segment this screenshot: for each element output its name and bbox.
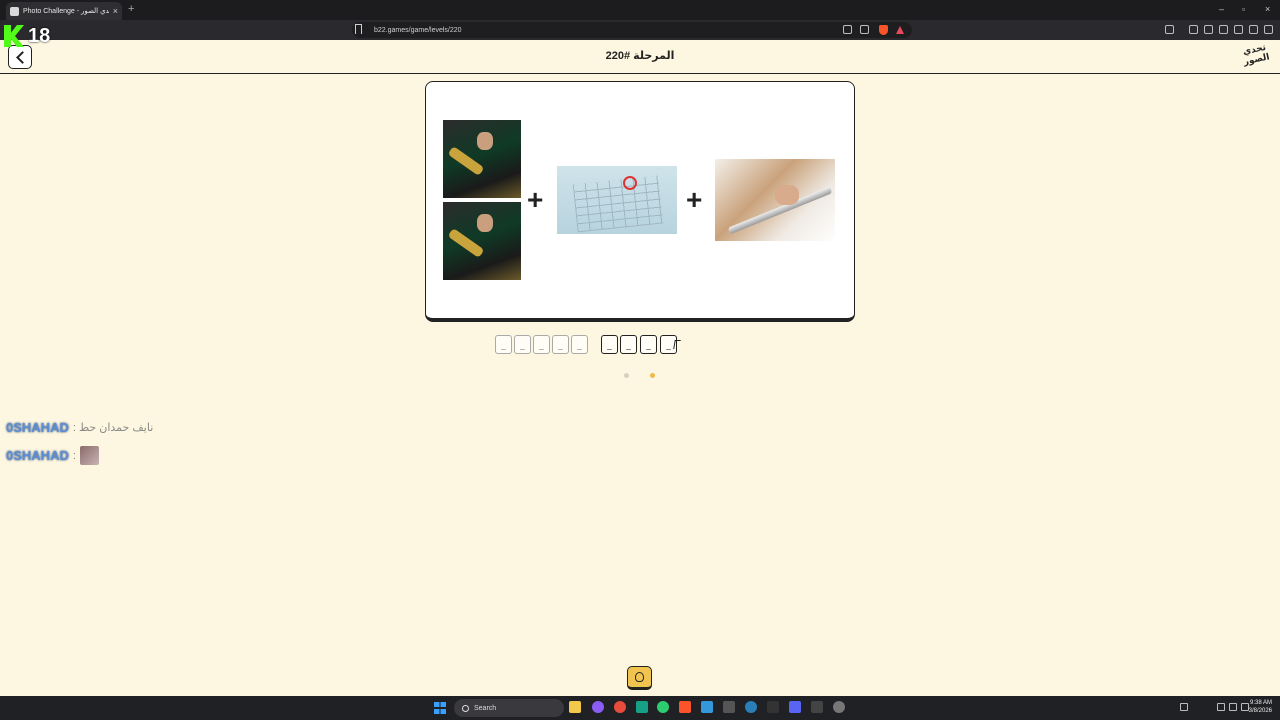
- file-explorer-icon[interactable]: [569, 701, 581, 713]
- discord-icon[interactable]: [789, 701, 801, 713]
- plus-operator: +: [686, 184, 703, 215]
- tab-favicon-icon: [10, 6, 19, 16]
- answer-slot[interactable]: _: [533, 335, 550, 354]
- answer-slots: _ _ _ _ _ _ _ _ _: [495, 335, 685, 355]
- new-tab-button[interactable]: +: [128, 3, 134, 15]
- media-icon[interactable]: [1189, 25, 1198, 34]
- puzzle-image-crowd-top: [443, 120, 521, 198]
- chat-text: :: [72, 449, 76, 462]
- minimize-button[interactable]: –: [1219, 4, 1224, 14]
- search-icon: [462, 704, 469, 712]
- chat-message: 0SHAHAD :: [6, 446, 99, 465]
- answer-slot[interactable]: _: [495, 335, 512, 354]
- site-header: المرحلة #220 تحدي الصور: [0, 40, 1280, 74]
- app-icon[interactable]: [811, 701, 823, 713]
- chat-message: 0SHAHAD : نايف حمدان حط: [6, 420, 153, 435]
- plus-operator: +: [527, 184, 544, 215]
- address-bar[interactable]: b22.games/game/levels/220: [352, 22, 912, 38]
- network-icon[interactable]: [1217, 703, 1225, 711]
- sidebar-icon[interactable]: [1165, 25, 1174, 34]
- taskbar-search-label: Search: [474, 704, 497, 712]
- address-url: b22.games/game/levels/220: [374, 26, 462, 34]
- clock-time: 9:38 AM: [1249, 700, 1272, 706]
- brave-browser-icon[interactable]: [679, 701, 691, 713]
- close-window-button[interactable]: ×: [1265, 4, 1270, 14]
- taskbar-search[interactable]: Search: [454, 699, 564, 717]
- site-logo[interactable]: تحدي الصور: [1240, 41, 1273, 72]
- maximize-button[interactable]: ▫: [1242, 4, 1245, 14]
- answer-slot[interactable]: _: [514, 335, 531, 354]
- app-icon[interactable]: [701, 701, 713, 713]
- image-hand: [775, 185, 799, 205]
- xbox-icon[interactable]: [657, 701, 669, 713]
- answer-slot[interactable]: _: [552, 335, 569, 354]
- image-grade-mark: [623, 176, 637, 190]
- answer-slot[interactable]: _: [640, 335, 657, 354]
- page-title: المرحلة #220: [605, 50, 675, 62]
- answer-slot[interactable]: _: [571, 335, 588, 354]
- tab-title: Photo Challenge - تحدي الصور: [23, 8, 109, 15]
- chat-emote-image: [79, 446, 99, 465]
- puzzle-image-flute: [715, 159, 835, 241]
- answer-slot[interactable]: _: [620, 335, 637, 354]
- image-trophy: [447, 228, 485, 258]
- microphone-icon[interactable]: [1180, 703, 1188, 711]
- image-face: [477, 132, 493, 150]
- stream-viewer-badge: 18: [4, 24, 60, 48]
- menu-icon[interactable]: [1264, 25, 1273, 34]
- image-trophy: [447, 146, 485, 176]
- browser-toolbar: b22.games/game/levels/220: [0, 20, 1280, 40]
- share-icon[interactable]: [860, 25, 869, 34]
- kick-icon: [4, 25, 24, 47]
- bookmark-icon[interactable]: [355, 24, 362, 34]
- browser-tab[interactable]: Photo Challenge - تحدي الصور ×: [6, 2, 122, 20]
- app-icon[interactable]: [592, 701, 604, 713]
- windows-start-icon[interactable]: [434, 702, 446, 714]
- clock-date: 3/8/2026: [1248, 708, 1272, 714]
- puzzle-image-crowd-bottom: [443, 202, 521, 280]
- answer-slot[interactable]: _: [601, 335, 618, 354]
- puzzle-image-test-sheet: [557, 166, 677, 234]
- chat-username: 0SHAHAD: [6, 448, 69, 463]
- hint-button[interactable]: [627, 666, 652, 690]
- page-dot[interactable]: [624, 373, 629, 378]
- chat-text: : نايف حمدان حط: [72, 422, 154, 434]
- app-icon[interactable]: [723, 701, 735, 713]
- vpn-icon[interactable]: [1249, 25, 1258, 34]
- settings-icon[interactable]: [833, 701, 845, 713]
- reading-list-icon[interactable]: [1204, 25, 1213, 34]
- browser-tabbar: Photo Challenge - تحدي الصور × + – ▫ ×: [0, 0, 1280, 20]
- volume-icon[interactable]: [1229, 703, 1237, 711]
- tab-close-icon[interactable]: ×: [113, 6, 118, 16]
- app-icon[interactable]: [614, 701, 626, 713]
- tabs-icon[interactable]: [1219, 25, 1228, 34]
- translate-icon[interactable]: [843, 25, 852, 34]
- taskbar-clock[interactable]: 9:38 AM 3/8/2026: [1249, 699, 1272, 715]
- extensions-icon[interactable]: [1234, 25, 1243, 34]
- tray-chevron-icon[interactable]: [1164, 703, 1172, 711]
- puzzle-card: + +: [425, 81, 855, 322]
- rewards-icon[interactable]: [896, 26, 904, 34]
- app-icon[interactable]: [636, 701, 648, 713]
- viewer-count: 18: [28, 24, 51, 47]
- image-answer-grid: [572, 175, 664, 233]
- image-face: [477, 214, 493, 232]
- epic-games-icon[interactable]: [767, 701, 779, 713]
- chat-username: 0SHAHAD: [6, 420, 69, 435]
- lightbulb-icon: [635, 672, 644, 682]
- page-dot-active[interactable]: [650, 373, 655, 378]
- edge-icon[interactable]: [745, 701, 757, 713]
- brave-shields-icon[interactable]: [879, 25, 888, 35]
